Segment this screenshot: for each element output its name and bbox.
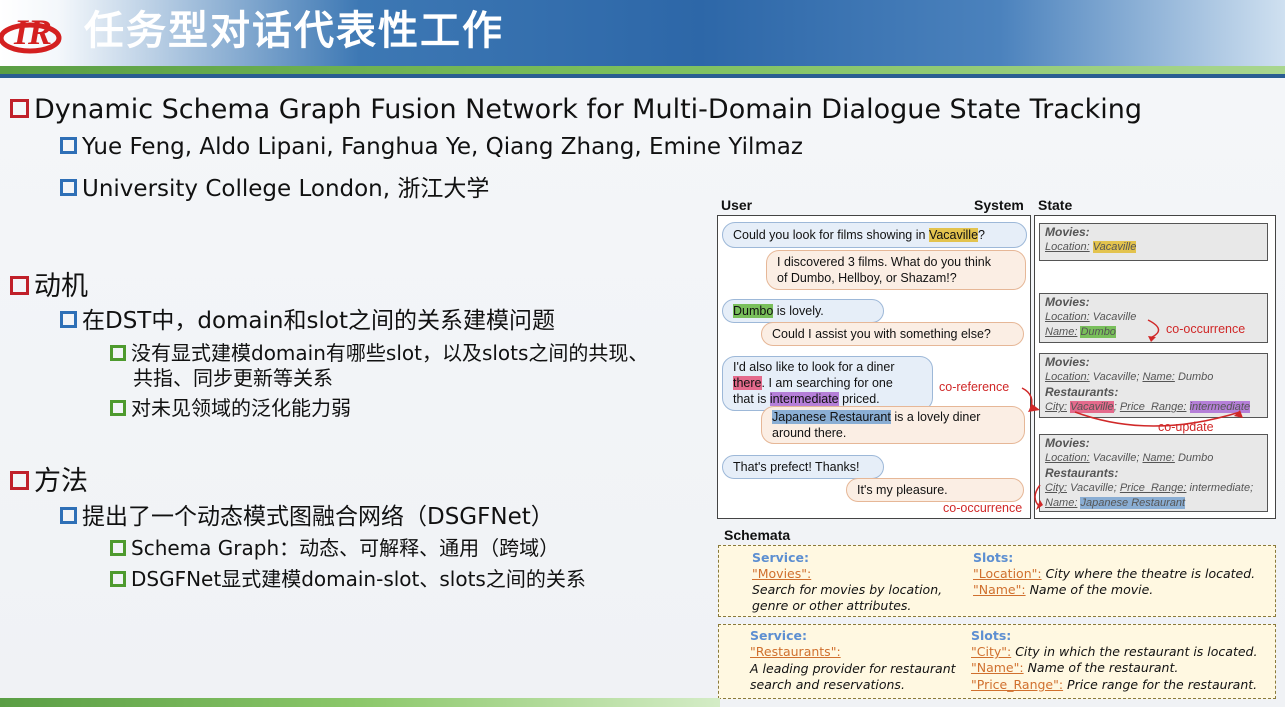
schema2-slot-price-range: "Price_Range": Price range for the resta… [971,677,1258,692]
schema1-desc-line1: Search for movies by location, [752,582,943,597]
schema2-desc-line2: search and reservations. [750,677,905,692]
schema2-service-name: "Restaurants": [750,644,841,659]
schema2-slot-name: "Name": Name of the restaurant. [971,660,1179,675]
schema2-slot-city: "City": City in which the restaurant is … [971,644,1258,659]
schema1-slots-label: Slots: [973,550,1014,565]
schema1-service-name: "Movies": [752,566,812,581]
schema1-desc-line2: genre or other attributes. [752,598,912,613]
schema2-desc-line1: A leading provider for restaurant [750,661,956,676]
schema1-slot-location: "Location": City where the theatre is lo… [973,566,1256,581]
schema1-slot-name: "Name": Name of the movie. [973,582,1154,597]
schema2-slots-label: Slots: [971,628,1012,643]
schema2-service-label: Service: [750,628,807,643]
schemata-title: Schemata [724,527,791,543]
schema1-service-label: Service: [752,550,809,565]
footer-green-bar [0,698,720,707]
